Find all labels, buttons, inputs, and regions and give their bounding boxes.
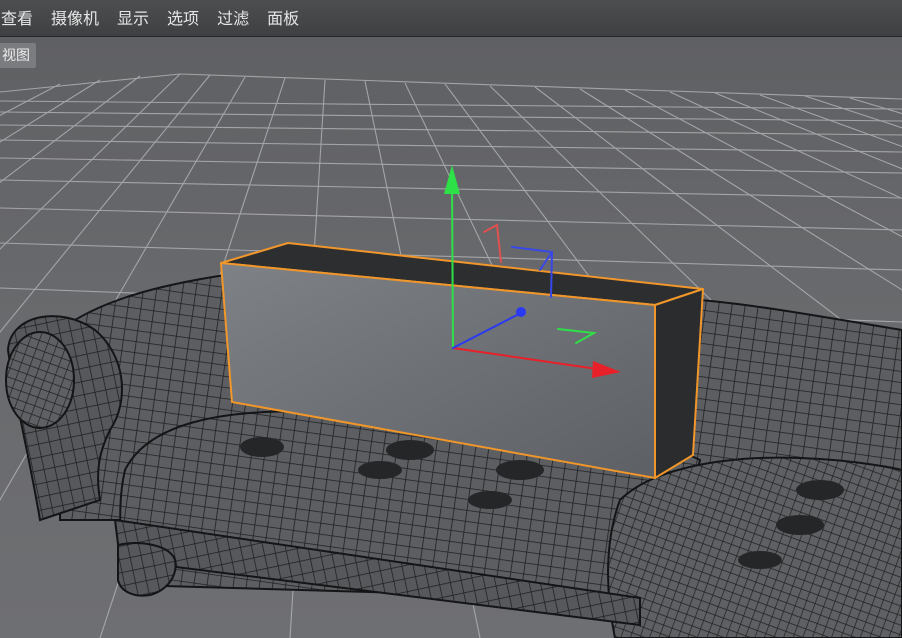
menu-panel[interactable]: 面板 — [258, 0, 308, 37]
sofa-leg — [117, 542, 177, 597]
sofa-arm-scroll — [5, 331, 75, 429]
gizmo-z-handle — [516, 307, 526, 317]
gizmo-red-plane — [483, 223, 502, 263]
menu-bar: 查看 摄像机 显示 选项 过滤 面板 — [0, 0, 902, 37]
viewport-label[interactable]: 视图 — [0, 43, 36, 68]
menu-camera[interactable]: 摄像机 — [42, 0, 108, 37]
menu-filter[interactable]: 过滤 — [208, 0, 258, 37]
menu-options[interactable]: 选项 — [158, 0, 208, 37]
sofa-seat-right — [607, 456, 902, 638]
menu-view[interactable]: 查看 — [0, 0, 42, 37]
viewport-scene[interactable] — [0, 37, 902, 638]
3d-viewport[interactable]: 视图 — [0, 37, 902, 638]
menu-display[interactable]: 显示 — [108, 0, 158, 37]
